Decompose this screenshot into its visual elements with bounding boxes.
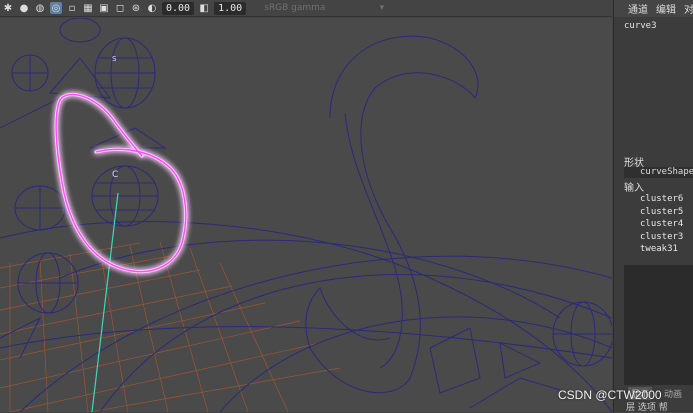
list-item[interactable]: cluster5 bbox=[640, 206, 683, 219]
tab-animation[interactable]: 动画 bbox=[664, 387, 682, 400]
chevron-down-icon: ▾ bbox=[379, 3, 385, 13]
wireframe-curves bbox=[0, 18, 612, 412]
list-item[interactable]: cluster3 bbox=[640, 231, 683, 244]
joint-line bbox=[91, 192, 119, 412]
list-item[interactable]: cluster6 bbox=[640, 193, 683, 206]
aperture-icon[interactable]: ⊛ bbox=[130, 2, 142, 14]
frame-icon[interactable]: ▫ bbox=[66, 2, 78, 14]
tab-edit[interactable]: 编辑 bbox=[656, 1, 676, 16]
grid-icon[interactable]: ▦ bbox=[82, 2, 94, 14]
shape-node-row[interactable]: curveShape bbox=[624, 167, 693, 178]
inputs-list: cluster6 cluster5 cluster4 cluster3 twea… bbox=[640, 193, 683, 256]
exposure-icon[interactable]: ◐ bbox=[146, 2, 158, 14]
square-icon[interactable]: ◻ bbox=[114, 2, 126, 14]
lightbulb-icon[interactable]: ✱ bbox=[2, 2, 14, 14]
viewport-wireframe: C S bbox=[0, 18, 612, 412]
tab-channels[interactable]: 通道 bbox=[628, 1, 648, 16]
list-item[interactable]: cluster4 bbox=[640, 218, 683, 231]
viewport-toolbar: ✱ ● ◍ ◎ ▫ ▦ ▣ ◻ ⊛ ◐ 0.00 ◧ 1.00 sRGB gam… bbox=[0, 0, 612, 17]
gamma-field[interactable]: 1.00 bbox=[214, 1, 247, 15]
colorspace-dropdown[interactable]: sRGB gamma ▾ bbox=[264, 3, 384, 13]
sphere-icon[interactable]: ● bbox=[18, 2, 30, 14]
textured-sphere-icon[interactable]: ◍ bbox=[34, 2, 46, 14]
3d-viewport[interactable]: C S bbox=[0, 18, 612, 412]
list-item[interactable]: tweak31 bbox=[640, 243, 683, 256]
channel-box: 通道 编辑 对 curve3 形状 curveShape 输入 cluster6… bbox=[613, 0, 693, 413]
joint-label: C bbox=[112, 170, 118, 180]
sidebar-tabs: 通道 编辑 对 bbox=[614, 0, 693, 17]
gamma-icon[interactable]: ◧ bbox=[198, 2, 210, 14]
selected-node-name: curve3 bbox=[624, 21, 657, 31]
colorspace-label: sRGB gamma bbox=[264, 3, 326, 13]
target-icon[interactable]: ◎ bbox=[50, 2, 62, 14]
node-label: S bbox=[112, 55, 117, 63]
exposure-field[interactable]: 0.00 bbox=[162, 1, 195, 15]
tab-object[interactable]: 对 bbox=[684, 1, 693, 16]
watermark: CSDN @CTW2000 bbox=[558, 388, 662, 402]
layer-editor-panel bbox=[624, 265, 693, 385]
camera-icon[interactable]: ▣ bbox=[98, 2, 110, 14]
inputs-section-label: 输入 bbox=[624, 183, 644, 194]
